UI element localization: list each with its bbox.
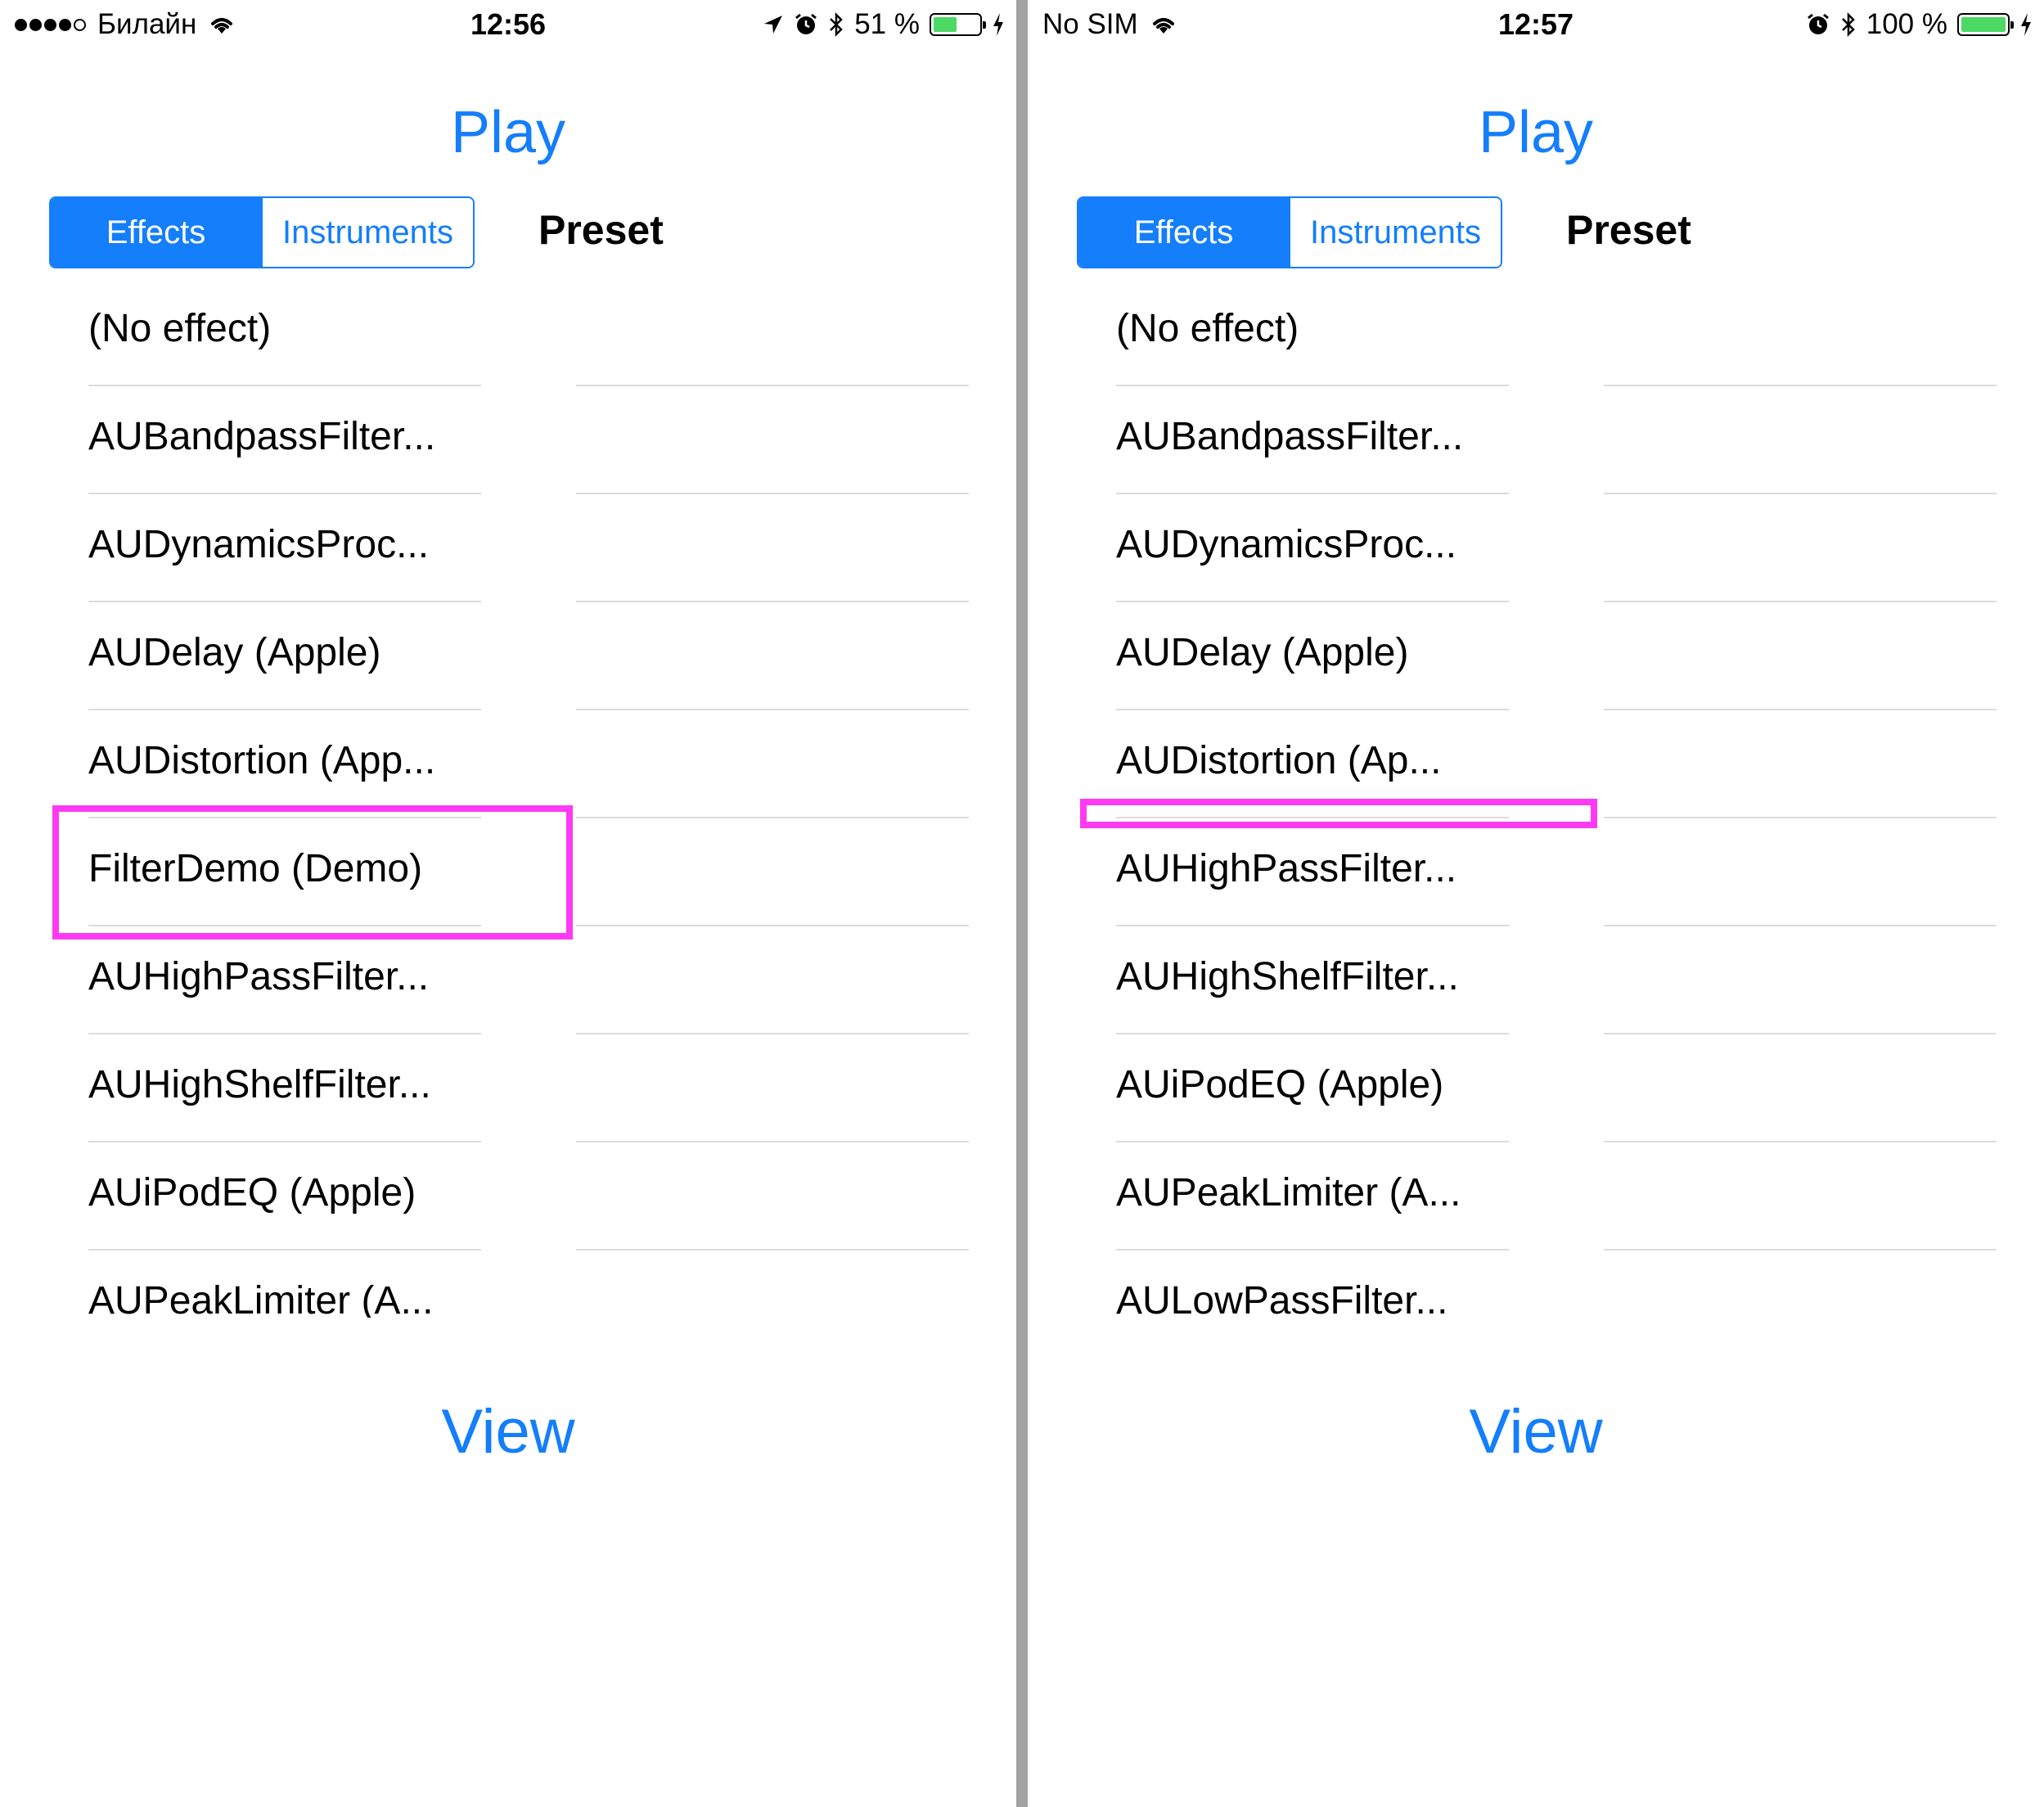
alarm-icon <box>1806 12 1830 37</box>
type-segmented-control[interactable]: Effects Instruments <box>49 196 475 268</box>
list-item-label: AUiPodEQ (Apple) <box>1116 1063 1444 1106</box>
list-item[interactable]: AULowPassFilter... <box>1028 1250 2044 1318</box>
battery-percent: 51 % <box>854 8 920 40</box>
list-item-highlighted[interactable]: FilterDemo (Demo) <box>0 818 1016 926</box>
segment-instruments[interactable]: Instruments <box>1289 198 1501 267</box>
play-button[interactable]: Play <box>0 92 1016 173</box>
list-item-label: AUBandpassFilter... <box>1116 415 1464 458</box>
list-item-label: AUDelay (Apple) <box>1116 631 1409 674</box>
list-item[interactable]: (No effect) <box>0 278 1016 386</box>
status-bar: Билайн 12:56 51 % <box>0 0 1016 51</box>
list-item[interactable]: AUDynamicsProc... <box>0 494 1016 602</box>
list-item[interactable]: AUHighShelfFilter... <box>0 1034 1016 1142</box>
list-item-label: AUDynamicsProc... <box>1116 523 1457 566</box>
list-item-label: AUHighPassFilter... <box>88 955 430 998</box>
wifi-icon <box>208 14 236 35</box>
effects-list[interactable]: (No effect) AUBandpassFilter... AUDynami… <box>0 278 1016 1318</box>
charging-bolt-icon <box>992 13 1005 36</box>
screen-right: No SIM 12:57 100 % Play Effects Instrume… <box>1028 0 2044 1807</box>
battery-percent: 100 % <box>1866 8 1947 40</box>
battery-icon <box>930 13 986 36</box>
list-item-label: AUDistortion (Ap... <box>1116 739 1442 782</box>
segment-effects[interactable]: Effects <box>1078 198 1289 267</box>
status-left: No SIM <box>1042 7 1177 43</box>
effects-list[interactable]: (No effect) AUBandpassFilter... AUDynami… <box>1028 278 2044 1318</box>
screen-divider <box>1016 0 1028 1807</box>
list-item[interactable]: AUHighShelfFilter... <box>1028 926 2044 1034</box>
bluetooth-icon <box>828 11 844 38</box>
list-item-label: AUDelay (Apple) <box>88 631 381 674</box>
bluetooth-icon <box>1840 11 1857 38</box>
status-left: Билайн <box>15 7 236 43</box>
comparison-screenshot: Билайн 12:56 51 % Play Effects Instrumen… <box>0 0 2044 1807</box>
carrier-label: No SIM <box>1042 8 1138 40</box>
list-item-label: AUHighShelfFilter... <box>1116 955 1459 998</box>
list-item[interactable]: AUiPodEQ (Apple) <box>1028 1034 2044 1142</box>
list-item[interactable]: AUDelay (Apple) <box>1028 602 2044 710</box>
location-arrow-icon <box>763 14 784 35</box>
list-item[interactable]: AUHighPassFilter... <box>0 926 1016 1034</box>
list-item-label: AUHighShelfFilter... <box>88 1063 431 1106</box>
list-item-label: AUDistortion (App... <box>88 739 436 782</box>
list-item[interactable]: AUDelay (Apple) <box>0 602 1016 710</box>
list-item[interactable]: AUBandpassFilter... <box>0 386 1016 494</box>
segment-instruments[interactable]: Instruments <box>261 198 473 267</box>
list-item[interactable]: AUBandpassFilter... <box>1028 386 2044 494</box>
list-item[interactable]: AUPeakLimiter (A... <box>0 1250 1016 1318</box>
list-item[interactable]: AUDistortion (Ap... <box>1028 710 2044 818</box>
wifi-icon <box>1150 14 1177 35</box>
carrier-label: Билайн <box>97 8 197 40</box>
list-item-label: AULowPassFilter... <box>1116 1279 1448 1318</box>
charging-bolt-icon <box>2019 13 2033 36</box>
list-item-label: FilterDemo (Demo) <box>88 847 423 890</box>
screen-left: Билайн 12:56 51 % Play Effects Instrumen… <box>0 0 1016 1807</box>
list-item[interactable]: AUDistortion (App... <box>0 710 1016 818</box>
status-bar: No SIM 12:57 100 % <box>1028 0 2044 51</box>
list-item-label: (No effect) <box>1116 307 1299 350</box>
list-item-label: AUDynamicsProc... <box>88 523 430 566</box>
play-button[interactable]: Play <box>1028 92 2044 173</box>
list-item[interactable]: AUDynamicsProc... <box>1028 494 2044 602</box>
list-item[interactable]: AUiPodEQ (Apple) <box>0 1142 1016 1250</box>
signal-strength-icon <box>15 18 86 31</box>
preset-heading: Preset <box>538 207 664 253</box>
status-right: 51 % <box>763 7 1005 43</box>
view-button[interactable]: View <box>1028 1391 2044 1473</box>
list-item-label: AUiPodEQ (Apple) <box>88 1171 416 1214</box>
list-item-label: AUPeakLimiter (A... <box>1116 1171 1461 1214</box>
list-item-label: AUPeakLimiter (A... <box>88 1279 434 1318</box>
list-item-label: (No effect) <box>88 307 272 350</box>
list-item[interactable]: AUHighPassFilter... <box>1028 818 2044 926</box>
list-item-label: AUBandpassFilter... <box>88 415 436 458</box>
status-right: 100 % <box>1806 7 2033 43</box>
preset-heading: Preset <box>1566 207 1691 253</box>
view-button[interactable]: View <box>0 1391 1016 1473</box>
list-item-label: AUHighPassFilter... <box>1116 847 1457 890</box>
segment-effects[interactable]: Effects <box>51 198 261 267</box>
battery-icon <box>1957 13 2014 36</box>
list-item[interactable]: AUPeakLimiter (A... <box>1028 1142 2044 1250</box>
list-item[interactable]: (No effect) <box>1028 278 2044 386</box>
type-segmented-control[interactable]: Effects Instruments <box>1077 196 1502 268</box>
alarm-icon <box>794 12 818 37</box>
